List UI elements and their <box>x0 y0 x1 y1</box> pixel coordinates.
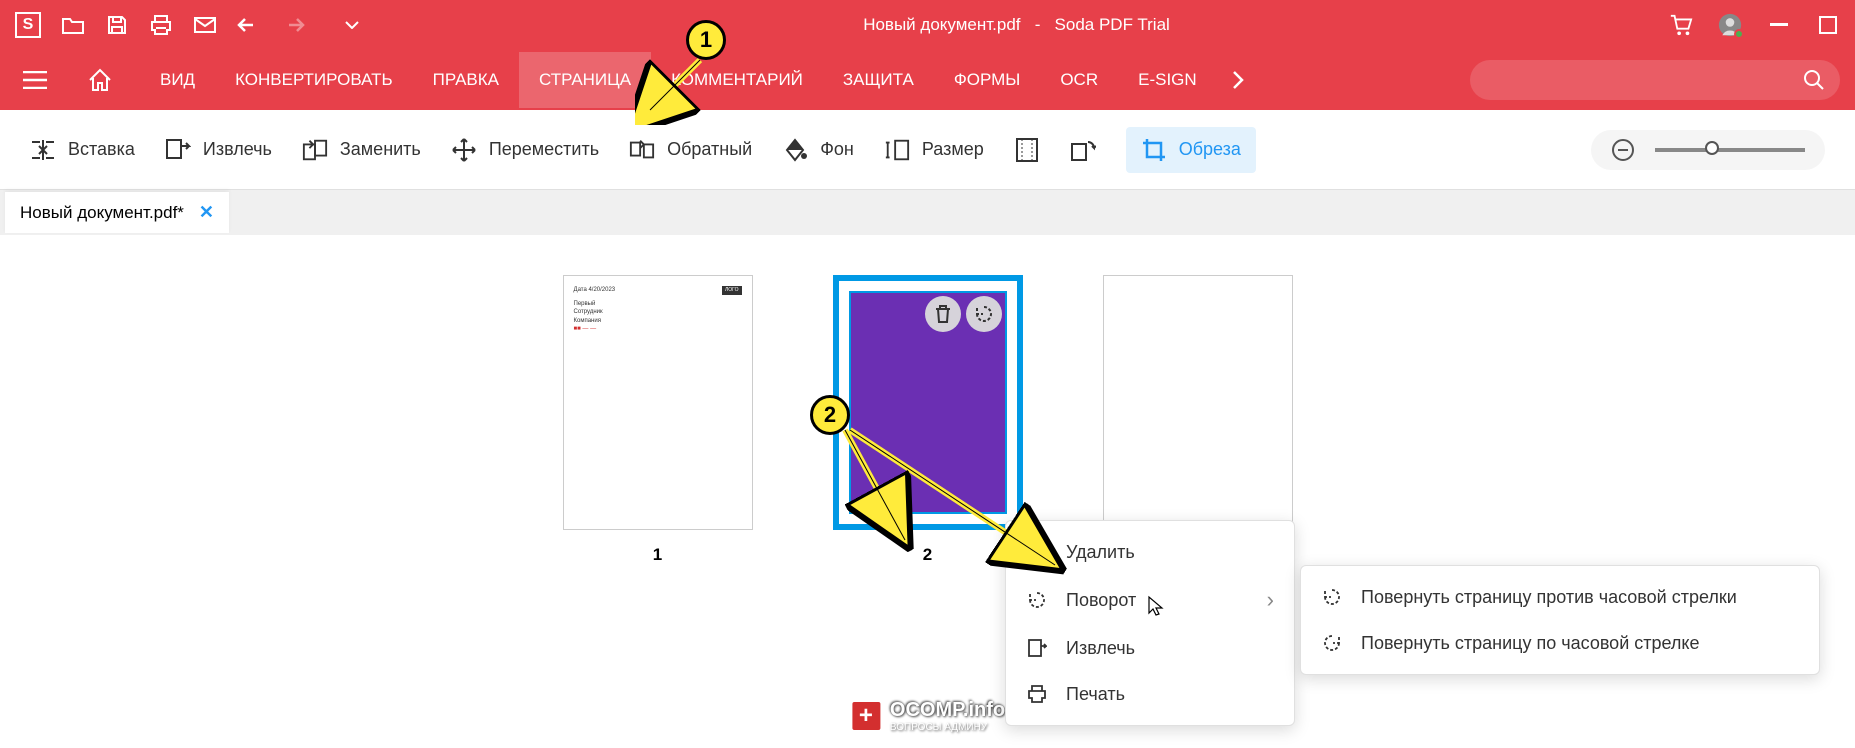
menu-esign[interactable]: E-SIGN <box>1118 52 1217 108</box>
undo-icon[interactable] <box>237 13 261 37</box>
menu-more-icon[interactable] <box>1232 70 1244 90</box>
menu-forms[interactable]: ФОРМЫ <box>934 52 1041 108</box>
save-icon[interactable] <box>105 13 129 37</box>
rotate-icon <box>1026 589 1048 611</box>
cm-print[interactable]: Печать <box>1006 671 1294 717</box>
page-number-1: 1 <box>563 545 753 565</box>
menu-edit[interactable]: ПРАВКА <box>413 52 519 108</box>
tool-background[interactable]: Фон <box>782 137 854 163</box>
tool-crop[interactable]: Обреза <box>1126 127 1256 173</box>
menu-page[interactable]: СТРАНИЦА <box>519 52 651 108</box>
extract-icon <box>165 137 191 163</box>
replace-icon <box>302 137 328 163</box>
insert-icon <box>30 137 56 163</box>
page-rotate-icon[interactable] <box>966 296 1002 332</box>
zoom-control <box>1591 130 1825 170</box>
cart-icon[interactable] <box>1669 13 1693 37</box>
sm-rotate-ccw[interactable]: Повернуть страницу против часовой стрелк… <box>1301 574 1819 620</box>
move-icon <box>451 137 477 163</box>
tab-close-icon[interactable]: ✕ <box>199 202 214 223</box>
print-cm-icon <box>1026 683 1048 705</box>
dropdown-icon[interactable] <box>340 13 364 37</box>
toolbar: Вставка Извлечь Заменить Переместить Обр… <box>0 110 1855 190</box>
annotation-callout-2: 2 <box>810 395 850 435</box>
watermark-subtext: ВОПРОСЫ АДМИНУ <box>890 722 1005 733</box>
tool-insert[interactable]: Вставка <box>30 137 135 163</box>
open-icon[interactable] <box>61 13 85 37</box>
page-thumb-1[interactable]: Дата 4/20/2023ЛОГО Первый Сотрудник Комп… <box>563 275 753 708</box>
email-icon[interactable] <box>193 13 217 37</box>
rotate-ccw-icon <box>1321 586 1343 608</box>
menu-protect[interactable]: ЗАЩИТА <box>823 52 934 108</box>
search-icon <box>1803 69 1825 91</box>
zoom-slider[interactable] <box>1655 148 1805 152</box>
tool-rotate-page[interactable] <box>1070 137 1096 163</box>
watermark-plus-icon: + <box>850 700 882 732</box>
menu-view[interactable]: ВИД <box>140 52 215 108</box>
rotate-page-icon <box>1070 137 1096 163</box>
tool-replace[interactable]: Заменить <box>302 137 421 163</box>
redo-icon[interactable] <box>281 13 305 37</box>
doc-name: Новый документ.pdf <box>863 15 1020 34</box>
maximize-icon[interactable] <box>1816 13 1840 37</box>
page-delete-icon[interactable] <box>925 296 961 332</box>
crop-icon <box>1141 137 1167 163</box>
watermark: + OCOMP.info ВОПРОСЫ АДМИНУ <box>850 699 1005 733</box>
annotation-callout-1: 1 <box>686 20 726 60</box>
rotate-submenu: Повернуть страницу против часовой стрелк… <box>1300 565 1820 675</box>
margins-icon <box>1014 137 1040 163</box>
zoom-handle[interactable] <box>1705 141 1719 155</box>
cm-extract[interactable]: Извлечь <box>1006 625 1294 671</box>
menubar: ВИД КОНВЕРТИРОВАТЬ ПРАВКА СТРАНИЦА КОММЕ… <box>0 50 1855 110</box>
tool-extract[interactable]: Извлечь <box>165 137 272 163</box>
zoom-out-icon[interactable] <box>1611 138 1635 162</box>
annotation-arrow-1 <box>635 55 715 125</box>
window-title: Новый документ.pdf - Soda PDF Trial <box>364 15 1669 35</box>
tool-margins[interactable] <box>1014 137 1040 163</box>
search-input[interactable] <box>1470 60 1840 100</box>
tool-size[interactable]: Размер <box>884 137 984 163</box>
watermark-text: OCOMP.info <box>890 699 1005 722</box>
document-tab[interactable]: Новый документ.pdf* ✕ <box>5 192 229 233</box>
hamburger-icon[interactable] <box>15 71 55 89</box>
annotation-arrow-2b <box>830 425 950 555</box>
tab-label: Новый документ.pdf* <box>20 203 184 223</box>
minimize-icon[interactable] <box>1767 13 1791 37</box>
sm-rotate-cw[interactable]: Повернуть страницу по часовой стрелке <box>1301 620 1819 666</box>
home-icon[interactable] <box>80 68 120 92</box>
menu-ocr[interactable]: OCR <box>1040 52 1118 108</box>
background-icon <box>782 137 808 163</box>
tab-bar: Новый документ.pdf* ✕ <box>0 190 1855 235</box>
reverse-icon <box>629 137 655 163</box>
app-logo[interactable]: S <box>15 12 41 38</box>
rotate-cw-icon <box>1321 632 1343 654</box>
size-icon <box>884 137 910 163</box>
menu-convert[interactable]: КОНВЕРТИРОВАТЬ <box>215 52 413 108</box>
titlebar: S Новый документ.pdf - Soda PDF Trial <box>0 0 1855 50</box>
page-1-preview: Дата 4/20/2023ЛОГО Первый Сотрудник Комп… <box>564 276 752 344</box>
print-icon[interactable] <box>149 13 173 37</box>
app-name: Soda PDF Trial <box>1055 15 1170 34</box>
account-icon[interactable] <box>1718 13 1742 37</box>
tool-move[interactable]: Переместить <box>451 137 599 163</box>
tool-reverse[interactable]: Обратный <box>629 137 752 163</box>
extract-cm-icon <box>1026 637 1048 659</box>
mouse-cursor <box>1147 595 1165 617</box>
